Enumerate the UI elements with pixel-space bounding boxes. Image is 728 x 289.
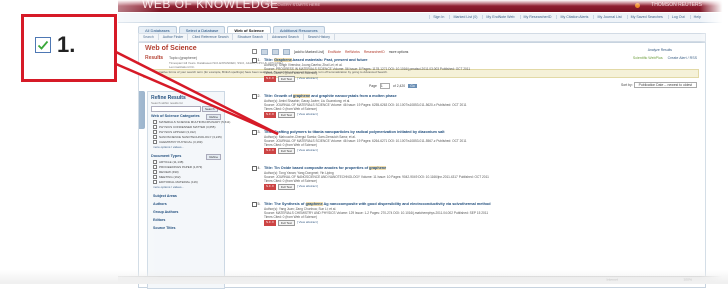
callout-pointer-line-bottom [115, 62, 279, 136]
callout-checkbox[interactable] [35, 37, 51, 53]
check-icon-mark [37, 40, 49, 50]
callout-label: 1. [57, 32, 76, 57]
callout-box: 1. [21, 14, 117, 82]
check-icon [37, 40, 49, 50]
callout-pointer-line-top [115, 50, 279, 136]
screenshot: WEB OF KNOWLEDGE DISCOVERY STARTS HERE T… [0, 0, 728, 289]
